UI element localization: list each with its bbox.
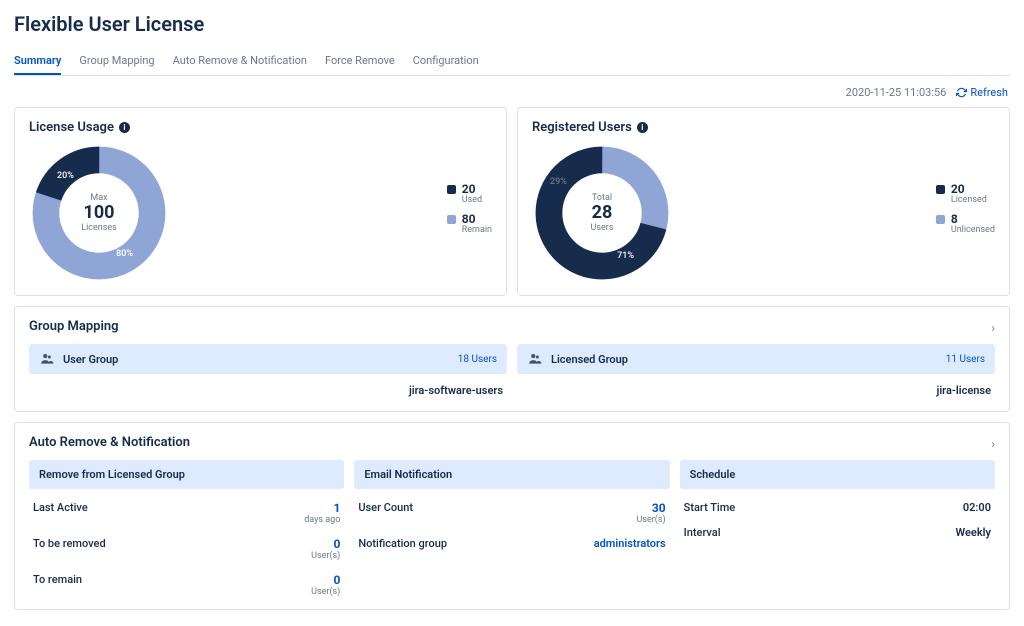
license-usage-legend: 20Used 80Remain [447, 183, 492, 243]
donut-pct-b: 80% [116, 249, 133, 259]
registered-users-donut: Total 28 Users 29% 71% [532, 143, 672, 283]
license-usage-donut: Max 100 Licenses 20% 80% [29, 143, 169, 283]
donut-pct-b: 71% [617, 251, 634, 261]
legend-value: 20 [951, 183, 987, 195]
donut-label-bottom: Licenses [81, 223, 117, 233]
kv-unit: User(s) [311, 551, 340, 561]
swatch-icon [936, 185, 945, 194]
auto-remove-title: Auto Remove & Notification [29, 435, 995, 450]
kv-key: Last Active [33, 501, 88, 514]
licensed-group-card: Licensed Group 11 Users jira-license [517, 344, 995, 399]
legend-label: Used [462, 195, 482, 205]
kv-plain: Weekly [956, 526, 991, 539]
legend-label: Remain [462, 225, 492, 235]
licensed-group-label: Licensed Group [551, 353, 628, 366]
legend-value: 8 [951, 213, 995, 225]
registered-users-title: Registered Users [532, 120, 632, 135]
kv-plain: 02:00 [963, 501, 991, 514]
info-icon[interactable]: i [637, 122, 648, 133]
info-icon[interactable]: i [119, 122, 130, 133]
user-group-label: User Group [63, 353, 118, 366]
kv-key: Start Time [684, 501, 736, 514]
users-icon [39, 352, 55, 366]
legend-label: Unlicensed [951, 225, 995, 235]
license-usage-title: License Usage [29, 120, 114, 135]
group-mapping-section: Group Mapping › User Group 18 Users jira… [14, 306, 1010, 412]
chevron-right-icon[interactable]: › [991, 437, 995, 451]
legend-value: 80 [462, 213, 492, 225]
kv-num: 0 [333, 537, 340, 551]
registered-users-legend: 20Licensed 8Unlicensed [936, 183, 995, 243]
swatch-icon [936, 215, 945, 224]
tab-group-mapping[interactable]: Group Mapping [79, 48, 154, 75]
timestamp: 2020-11-25 11:03:56 [846, 86, 947, 99]
remove-col-title: Remove from Licensed Group [29, 460, 344, 489]
auto-remove-section: Auto Remove & Notification › Remove from… [14, 422, 1010, 610]
donut-pct-a: 20% [57, 171, 74, 181]
swatch-icon [447, 185, 456, 194]
kv-key: To remain [33, 573, 82, 586]
remove-column: Remove from Licensed Group Last Active 1d… [29, 460, 344, 597]
tab-summary[interactable]: Summary [14, 48, 61, 75]
refresh-button[interactable]: Refresh [956, 86, 1008, 99]
kv-unit: User(s) [636, 515, 665, 525]
page-title: Flexible User License [14, 12, 1010, 36]
user-group-count: 18 Users [458, 354, 497, 365]
donut-label-bottom: Users [591, 223, 614, 233]
kv-unit: User(s) [311, 587, 340, 597]
users-icon [527, 352, 543, 366]
email-column: Email Notification User Count 30User(s) N… [354, 460, 669, 597]
kv-num: 0 [333, 573, 340, 587]
refresh-label: Refresh [970, 86, 1008, 99]
kv-num: 30 [652, 501, 666, 515]
tab-bar: Summary Group Mapping Auto Remove & Noti… [14, 48, 1010, 76]
schedule-col-title: Schedule [680, 460, 995, 489]
kv-key: Notification group [358, 537, 447, 550]
group-mapping-title: Group Mapping [29, 319, 995, 334]
donut-value: 28 [592, 203, 613, 223]
license-usage-card: License Usage i Max 100 Licenses 20% 80%… [14, 107, 507, 296]
email-col-title: Email Notification [354, 460, 669, 489]
kv-key: User Count [358, 501, 413, 514]
licensed-group-count: 11 Users [946, 354, 985, 365]
donut-value: 100 [84, 203, 115, 223]
tab-auto-remove[interactable]: Auto Remove & Notification [173, 48, 307, 75]
chevron-right-icon[interactable]: › [991, 321, 995, 335]
kv-key: Interval [684, 526, 721, 539]
schedule-column: Schedule Start Time 02:00 Interval Weekly [680, 460, 995, 597]
donut-pct-a: 29% [550, 177, 567, 187]
user-group-name: jira-software-users [29, 374, 507, 399]
licensed-group-name: jira-license [517, 374, 995, 399]
legend-value: 20 [462, 183, 482, 195]
kv-num: 1 [333, 501, 340, 515]
kv-unit: days ago [304, 515, 340, 525]
swatch-icon [447, 215, 456, 224]
tab-configuration[interactable]: Configuration [413, 48, 479, 75]
notification-group-link[interactable]: administrators [594, 537, 666, 550]
user-group-card: User Group 18 Users jira-software-users [29, 344, 507, 399]
legend-label: Licensed [951, 195, 987, 205]
kv-key: To be removed [33, 537, 106, 550]
registered-users-card: Registered Users i Total 28 Users 29% 71… [517, 107, 1010, 296]
refresh-icon [956, 87, 967, 98]
tab-force-remove[interactable]: Force Remove [325, 48, 395, 75]
